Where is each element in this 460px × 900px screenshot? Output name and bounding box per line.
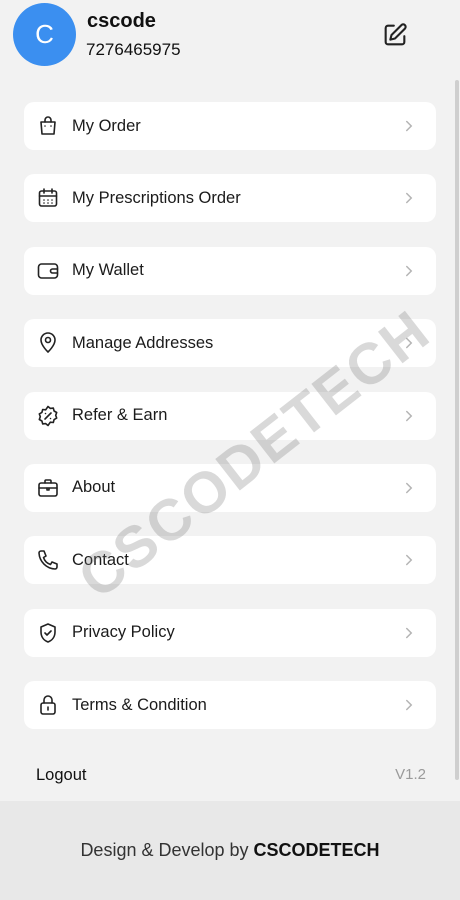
chevron-right-icon	[406, 699, 413, 711]
shopping-bag-icon	[35, 113, 61, 139]
menu-item-my-wallet[interactable]: My Wallet	[24, 246, 436, 295]
profile-header: C cscode 7276465975	[0, 0, 460, 80]
menu-item-label: Contact	[72, 550, 129, 569]
menu-item-label: Privacy Policy	[72, 623, 175, 642]
chevron-right-icon	[406, 337, 413, 349]
app-version: V1.2	[395, 766, 426, 783]
discount-badge-icon	[35, 403, 61, 429]
edit-profile-button[interactable]	[379, 19, 411, 51]
calendar-icon	[35, 185, 61, 211]
menu-item-refer-earn[interactable]: Refer & Earn	[24, 391, 436, 440]
menu-item-label: Manage Addresses	[72, 333, 214, 352]
footer-text: Design & Develop by	[80, 840, 249, 860]
menu-item-label: My Order	[72, 116, 141, 135]
user-phone: 7276465975	[86, 40, 181, 59]
lock-icon	[35, 692, 61, 718]
menu-item-label: My Wallet	[72, 261, 144, 280]
shield-check-icon	[35, 620, 61, 646]
avatar[interactable]: C	[13, 3, 76, 66]
footer-brand: CSCODETECH	[253, 840, 380, 860]
briefcase-icon	[35, 475, 61, 501]
menu-item-contact[interactable]: Contact	[24, 536, 436, 585]
footer: Design & Develop by CSCODETECH	[0, 801, 460, 900]
chevron-right-icon	[406, 410, 413, 421]
menu-item-label: My Prescriptions Order	[72, 188, 241, 207]
edit-icon	[384, 23, 407, 46]
location-pin-icon	[35, 330, 61, 356]
user-name: cscode	[87, 10, 156, 32]
menu-item-manage-addresses[interactable]: Manage Addresses	[24, 319, 436, 368]
avatar-letter: C	[35, 19, 54, 49]
scrollbar[interactable]	[455, 80, 459, 780]
menu-item-terms-condition[interactable]: Terms & Condition	[24, 681, 436, 730]
chevron-right-icon	[406, 265, 413, 277]
chevron-right-icon	[406, 555, 413, 566]
logout-button[interactable]: Logout	[36, 766, 86, 784]
chevron-right-icon	[406, 193, 413, 204]
menu-item-privacy-policy[interactable]: Privacy Policy	[24, 608, 436, 657]
logout-row: Logout V1.2	[36, 766, 426, 785]
menu-item-label: Refer & Earn	[72, 406, 168, 425]
wallet-icon	[35, 258, 61, 284]
phone-icon	[35, 547, 61, 573]
chevron-right-icon	[406, 627, 413, 638]
menu-list: My Order My Prescriptions Order My Walle…	[24, 102, 436, 754]
menu-item-about[interactable]: About	[24, 463, 436, 512]
chevron-right-icon	[406, 482, 413, 494]
menu-item-label: Terms & Condition	[72, 695, 207, 714]
menu-item-label: About	[72, 478, 116, 497]
menu-item-my-prescriptions-order[interactable]: My Prescriptions Order	[24, 174, 436, 223]
menu-item-my-order[interactable]: My Order	[24, 102, 436, 150]
chevron-right-icon	[406, 120, 413, 132]
